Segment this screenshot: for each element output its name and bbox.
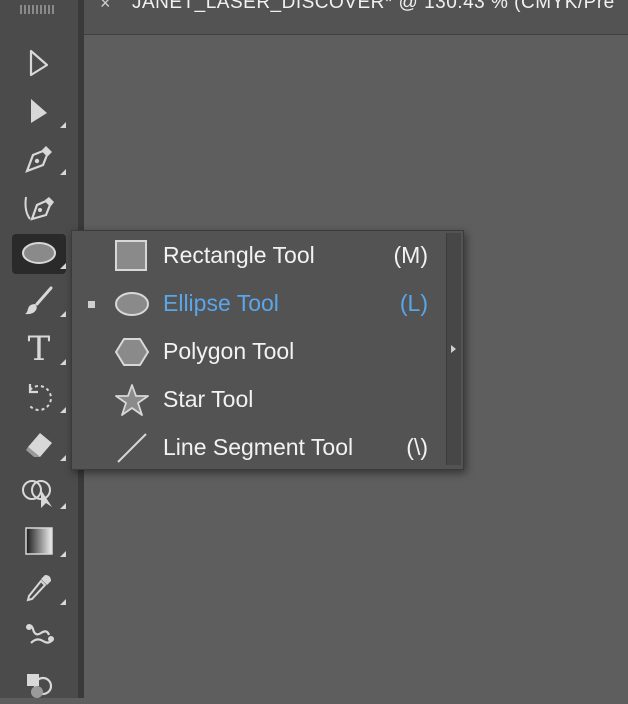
panel-grip[interactable] xyxy=(20,5,54,14)
ellipse-icon xyxy=(115,292,149,316)
more-tools-indicator xyxy=(60,599,66,605)
solid-arrow-icon xyxy=(31,99,47,123)
current-tool-indicator xyxy=(88,301,95,308)
tear-off-arrow-icon xyxy=(451,345,456,353)
gradient-tool[interactable] xyxy=(10,519,68,563)
type-tool[interactable]: T xyxy=(10,327,68,371)
blend-icon xyxy=(26,624,54,644)
rotate-tool[interactable] xyxy=(10,375,68,419)
star-icon xyxy=(115,384,149,416)
more-tools-indicator xyxy=(60,455,66,461)
type-t-icon: T xyxy=(27,329,51,369)
eraser-tool[interactable] xyxy=(10,423,68,467)
more-tools-indicator xyxy=(60,407,66,413)
menu-item-shortcut: (M) xyxy=(393,242,428,268)
eyedropper-tool[interactable] xyxy=(10,567,68,611)
rectangle-icon xyxy=(115,240,147,271)
menu-item-label: Star Tool xyxy=(163,386,254,412)
curvature-tool[interactable] xyxy=(10,184,68,228)
menu-item-label: Rectangle Tool xyxy=(163,242,315,268)
more-tools-indicator xyxy=(60,263,66,269)
shape-tools-flyout: Rectangle Tool (M) Ellipse Tool (L) Poly… xyxy=(71,230,464,470)
more-tools-indicator xyxy=(60,359,66,365)
blend-tool[interactable] xyxy=(10,613,68,657)
hollow-arrow-icon xyxy=(29,49,49,77)
tear-off-tab[interactable] xyxy=(446,233,461,465)
symbol-sprayer-tool[interactable] xyxy=(10,660,68,704)
menu-item-label: Polygon Tool xyxy=(163,338,295,364)
line-segment-icon xyxy=(117,433,147,463)
pen-tool[interactable] xyxy=(10,137,68,181)
hexagon-icon xyxy=(114,338,150,366)
rectangle-tool-item[interactable]: Rectangle Tool (M) xyxy=(72,232,446,280)
tools-panel: T xyxy=(0,0,78,698)
brush-icon xyxy=(25,286,53,315)
shape-builder-tool[interactable] xyxy=(10,471,68,515)
shape-builder-icon xyxy=(22,480,52,508)
selection-tool[interactable] xyxy=(10,90,68,134)
star-tool-item[interactable]: Star Tool xyxy=(72,376,446,424)
menu-item-shortcut: (L) xyxy=(399,290,428,316)
menu-item-label: Line Segment Tool xyxy=(163,434,354,460)
document-title: JANET_LASER_DISCOVER* @ 130.43 % (CMYK/P… xyxy=(132,0,615,13)
ellipse-tool-item[interactable]: Ellipse Tool (L) xyxy=(72,280,446,328)
more-tools-indicator xyxy=(60,169,66,175)
close-tab-icon[interactable]: × xyxy=(100,0,111,12)
polygon-tool-item[interactable]: Polygon Tool xyxy=(72,328,446,376)
line-segment-tool-item[interactable]: Line Segment Tool (\) xyxy=(72,424,446,472)
document-tab[interactable]: × JANET_LASER_DISCOVER* @ 130.43 % (CMYK… xyxy=(84,0,628,35)
symbol-sprayer-icon xyxy=(27,674,53,698)
eyedropper-icon xyxy=(26,575,51,602)
menu-item-shortcut: (\) xyxy=(406,434,428,460)
gradient-icon xyxy=(25,527,53,555)
pen-nib-icon xyxy=(25,146,52,173)
curvature-pen-icon xyxy=(24,196,54,221)
rotate-icon xyxy=(28,384,52,411)
more-tools-indicator xyxy=(60,311,66,317)
eraser-icon xyxy=(26,433,52,457)
ellipse-icon xyxy=(22,242,56,264)
more-tools-indicator xyxy=(60,551,66,557)
more-tools-indicator xyxy=(60,503,66,509)
direct-selection-tool[interactable] xyxy=(10,42,68,86)
menu-item-label: Ellipse Tool xyxy=(163,290,279,316)
paintbrush-tool[interactable] xyxy=(10,279,68,323)
ellipse-tool[interactable] xyxy=(10,231,68,275)
more-tools-indicator xyxy=(60,122,66,128)
